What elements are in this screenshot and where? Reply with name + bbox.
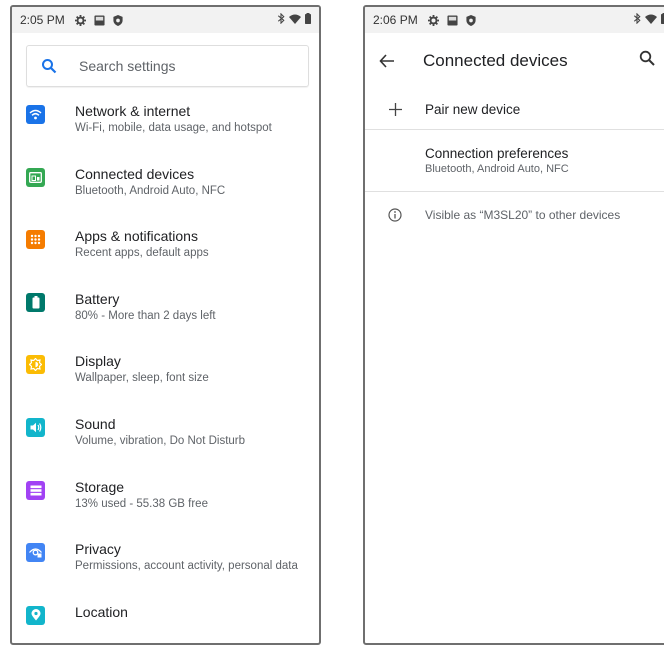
shield-icon bbox=[113, 15, 123, 26]
connection-preferences-item[interactable]: Connection preferences Bluetooth, Androi… bbox=[365, 130, 664, 192]
settings-screen: 2:05 PM Search settings Network & intern… bbox=[10, 5, 321, 645]
plus-icon bbox=[389, 103, 402, 116]
settings-item-network[interactable]: Network & internet Wi-Fi, mobile, data u… bbox=[12, 97, 319, 160]
search-settings-bar[interactable]: Search settings bbox=[26, 45, 309, 87]
back-arrow-icon[interactable] bbox=[379, 54, 395, 68]
volume-icon bbox=[26, 418, 45, 437]
info-icon bbox=[388, 208, 402, 222]
bluetooth-icon bbox=[633, 13, 641, 24]
settings-item-sound[interactable]: Sound Volume, vibration, Do Not Disturb bbox=[12, 410, 319, 473]
connection-preferences-subtitle: Bluetooth, Android Auto, NFC bbox=[425, 163, 569, 175]
settings-item-subtitle: Wi-Fi, mobile, data usage, and hotspot bbox=[75, 120, 272, 136]
search-icon[interactable] bbox=[639, 50, 655, 66]
settings-item-subtitle: Wallpaper, sleep, font size bbox=[75, 370, 209, 386]
connected-devices-icon bbox=[26, 168, 45, 187]
settings-item-title: Privacy bbox=[75, 541, 298, 558]
visibility-info: Visible as “M3SL20” to other devices bbox=[365, 192, 664, 238]
status-bar: 2:06 PM bbox=[365, 7, 664, 33]
settings-item-title: Apps & notifications bbox=[75, 228, 209, 245]
search-icon bbox=[41, 58, 57, 74]
status-time: 2:05 PM bbox=[20, 13, 65, 27]
settings-item-subtitle: Bluetooth, Android Auto, NFC bbox=[75, 183, 225, 199]
privacy-icon bbox=[26, 543, 45, 562]
settings-item-title: Sound bbox=[75, 416, 245, 433]
connection-preferences-title: Connection preferences bbox=[425, 146, 568, 161]
storage-icon bbox=[26, 481, 45, 500]
settings-item-storage[interactable]: Storage 13% used - 55.38 GB free bbox=[12, 473, 319, 536]
settings-item-title: Network & internet bbox=[75, 103, 272, 120]
location-icon bbox=[26, 606, 45, 625]
bluetooth-icon bbox=[277, 13, 285, 24]
settings-item-subtitle: 13% used - 55.38 GB free bbox=[75, 496, 208, 512]
app-bar: Connected devices bbox=[365, 33, 664, 89]
settings-item-title: Connected devices bbox=[75, 166, 225, 183]
settings-gear-icon bbox=[75, 15, 86, 26]
settings-list: Network & internet Wi-Fi, mobile, data u… bbox=[12, 97, 319, 645]
shield-icon bbox=[466, 15, 476, 26]
settings-item-battery[interactable]: Battery 80% - More than 2 days left bbox=[12, 285, 319, 348]
settings-item-subtitle: Permissions, account activity, personal … bbox=[75, 558, 298, 574]
settings-item-title: Location bbox=[75, 604, 128, 621]
settings-item-location[interactable]: Location bbox=[12, 598, 319, 645]
page-title: Connected devices bbox=[423, 51, 568, 71]
image-icon bbox=[94, 15, 105, 26]
settings-item-privacy[interactable]: Privacy Permissions, account activity, p… bbox=[12, 535, 319, 598]
battery-icon bbox=[26, 293, 45, 312]
settings-item-title: Battery bbox=[75, 291, 216, 308]
settings-item-subtitle: Recent apps, default apps bbox=[75, 245, 209, 261]
settings-item-title: Storage bbox=[75, 479, 208, 496]
status-time: 2:06 PM bbox=[373, 13, 418, 27]
battery-status-icon bbox=[305, 13, 311, 24]
visibility-text: Visible as “M3SL20” to other devices bbox=[425, 208, 620, 222]
settings-item-apps[interactable]: Apps & notifications Recent apps, defaul… bbox=[12, 222, 319, 285]
wifi-icon bbox=[26, 105, 45, 124]
settings-item-connected-devices[interactable]: Connected devices Bluetooth, Android Aut… bbox=[12, 160, 319, 223]
status-bar: 2:05 PM bbox=[12, 7, 319, 33]
settings-item-display[interactable]: Display Wallpaper, sleep, font size bbox=[12, 347, 319, 410]
image-icon bbox=[447, 15, 458, 26]
settings-item-subtitle: 80% - More than 2 days left bbox=[75, 308, 216, 324]
settings-item-title: Display bbox=[75, 353, 209, 370]
pair-new-device-label: Pair new device bbox=[425, 102, 520, 117]
wifi-signal-icon bbox=[645, 14, 657, 24]
settings-gear-icon bbox=[428, 15, 439, 26]
settings-item-subtitle: Volume, vibration, Do Not Disturb bbox=[75, 433, 245, 449]
apps-grid-icon bbox=[26, 230, 45, 249]
wifi-signal-icon bbox=[289, 14, 301, 24]
brightness-icon bbox=[26, 355, 45, 374]
connected-devices-screen: 2:06 PM Connected devices Pair new devic… bbox=[363, 5, 664, 645]
pair-new-device-item[interactable]: Pair new device bbox=[365, 89, 664, 130]
search-placeholder: Search settings bbox=[79, 58, 176, 74]
